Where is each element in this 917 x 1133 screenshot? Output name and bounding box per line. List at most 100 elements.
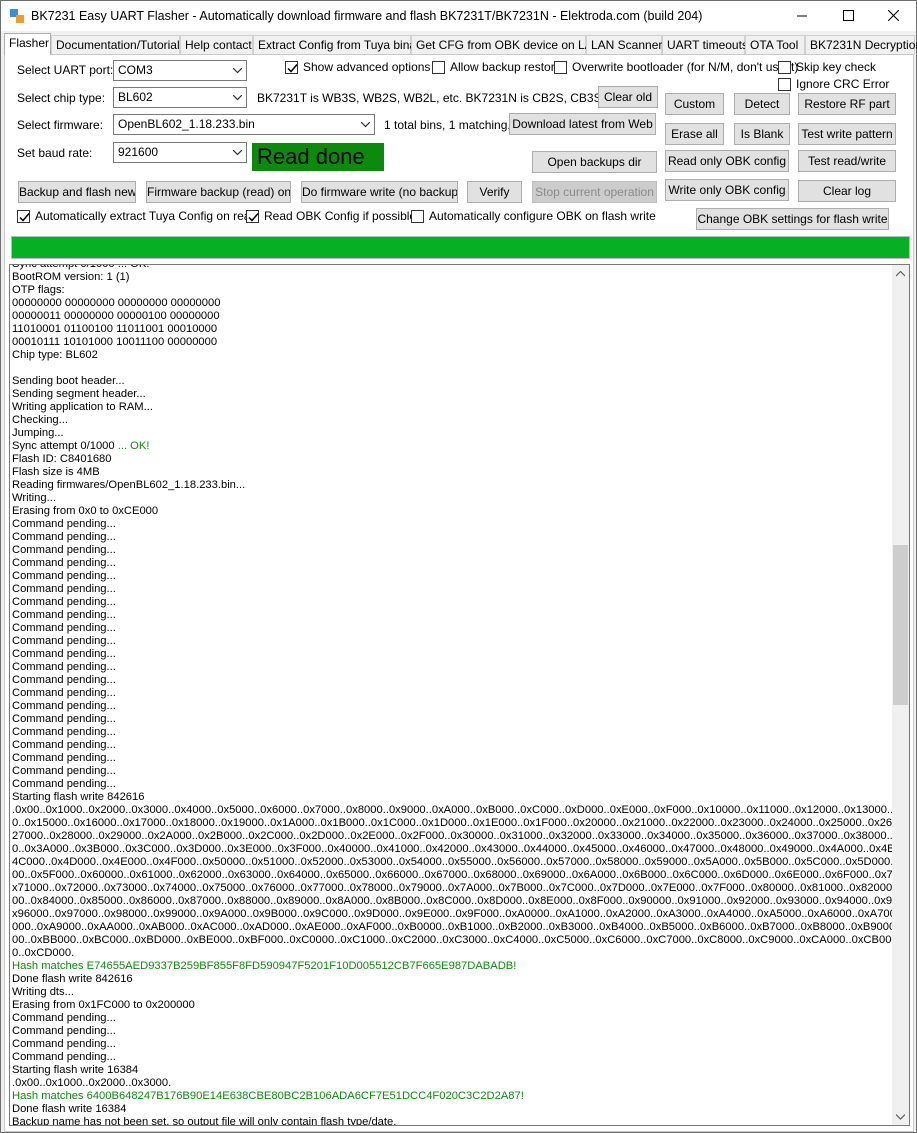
write-only-obk-button[interactable]: Write only OBK config xyxy=(665,179,789,201)
baud-rate-select[interactable]: 921600 xyxy=(113,142,247,163)
restore-rf-button[interactable]: Restore RF part xyxy=(798,93,896,115)
change-obk-settings-button[interactable]: Change OBK settings for flash write xyxy=(696,208,889,230)
log-line: Backup name has not been set, so output … xyxy=(12,1116,892,1126)
clear-log-button[interactable]: Clear log xyxy=(798,180,896,202)
tab-bk7231n-decryption[interactable]: BK7231N Decryption xyxy=(805,35,917,55)
log-line-text: Command pending... xyxy=(12,765,116,777)
firmware-select[interactable]: OpenBL602_1.18.233.bin xyxy=(113,114,375,135)
overwrite-bootloader-label: Overwrite bootloader (for N/M, don't use… xyxy=(572,60,799,74)
clear-old-button[interactable]: Clear old xyxy=(598,86,658,108)
chevron-down-icon xyxy=(229,88,246,107)
log-line-text: x71000..0x72000..0x73000..0x74000..0x750… xyxy=(12,882,892,894)
log-line: Hash matches 6400B648247B176B90E14E638CB… xyxy=(12,1090,892,1103)
log-line: Command pending... xyxy=(12,635,892,648)
firmware-info-text: 1 total bins, 1 matching. xyxy=(384,118,511,132)
verify-button[interactable]: Verify xyxy=(467,181,522,203)
test-write-pattern-button[interactable]: Test write pattern xyxy=(798,123,896,145)
log-line: Command pending... xyxy=(12,622,892,635)
log-line-text: Command pending... xyxy=(12,674,116,686)
title-bar: BK7231 Easy UART Flasher - Automatically… xyxy=(1,1,916,31)
close-button[interactable] xyxy=(870,1,916,31)
firmware-value: OpenBL602_1.18.233.bin xyxy=(118,117,255,131)
backup-and-flash-button[interactable]: Backup and flash new xyxy=(18,181,136,203)
log-line: Sending boot header... xyxy=(12,375,892,388)
minimize-button[interactable] xyxy=(779,1,825,31)
log-line: Command pending... xyxy=(12,687,892,700)
log-line: Command pending... xyxy=(12,700,892,713)
log-line-text: Command pending... xyxy=(12,1012,116,1024)
maximize-button[interactable] xyxy=(825,1,871,31)
open-backups-button[interactable]: Open backups dir xyxy=(532,151,657,173)
log-line: Command pending... xyxy=(12,544,892,557)
tab-get-cfg-obk[interactable]: Get CFG from OBK device on LAN xyxy=(411,35,601,55)
log-line-text: 11010001 01100100 11011001 00010000 xyxy=(12,323,218,335)
firmware-label: Select firmware: xyxy=(17,118,104,132)
chevron-down-icon xyxy=(229,61,246,80)
log-line-text: Erasing from 0x1FC000 to 0x200000 xyxy=(12,999,195,1011)
log-line: Command pending... xyxy=(12,570,892,583)
firmware-backup-button[interactable]: Firmware backup (read) only xyxy=(146,181,291,203)
log-line-text: Erasing from 0x0 to 0xCE000 xyxy=(12,505,159,517)
log-line-text: 00000000 00000000 00000000 00000000 xyxy=(12,297,221,309)
log-line: 0..0x3A000..0x3B000..0x3C000..0x3D000..0… xyxy=(12,843,892,856)
log-line-text: Command pending... xyxy=(12,518,116,530)
scroll-up-arrow-icon[interactable] xyxy=(892,265,909,282)
tab-flasher[interactable]: Flasher xyxy=(4,33,51,55)
chip-info-text: BK7231T is WB3S, WB2S, WB2L, etc. BK7231… xyxy=(257,91,625,105)
log-line: Command pending... xyxy=(12,778,892,791)
chip-type-select[interactable]: BL602 xyxy=(113,87,247,108)
log-line-text: Sending segment header... xyxy=(12,388,146,400)
log-line-text: 0..0x15000..0x16000..0x17000..0x18000..0… xyxy=(12,817,892,829)
log-scrollbar[interactable] xyxy=(892,265,909,1125)
log-line-text: 00..0xBB000..0xBC000..0xBD000..0xBE000..… xyxy=(12,934,892,946)
log-line-text: .0x00..0x1000..0x2000..0x3000..0x4000..0… xyxy=(12,804,892,816)
firmware-write-button[interactable]: Do firmware write (no backup!) xyxy=(301,181,458,203)
test-read-write-button[interactable]: Test read/write xyxy=(798,150,896,172)
log-line-text: Chip type: BL602 xyxy=(12,349,98,361)
erase-all-button[interactable]: Erase all xyxy=(665,123,724,145)
log-line-text: Command pending... xyxy=(12,609,116,621)
log-line-text: Command pending... xyxy=(12,557,116,569)
log-line-text: Writing dts... xyxy=(12,986,74,998)
download-latest-button[interactable]: Download latest from Web xyxy=(509,113,656,135)
scroll-down-arrow-icon[interactable] xyxy=(892,1108,909,1125)
log-line: Command pending... xyxy=(12,1051,892,1064)
uart-port-value: COM3 xyxy=(118,63,153,77)
custom-button[interactable]: Custom xyxy=(665,93,724,115)
log-line-text: Starting flash write 16384 xyxy=(12,1064,139,1076)
tab-uart-timeouts[interactable]: UART timeouts xyxy=(662,35,748,55)
log-line: Done flash write 842616 xyxy=(12,973,892,986)
tab-extract-config[interactable]: Extract Config from Tuya binary xyxy=(253,35,426,55)
log-textbox[interactable]: Sync attempt 0/1000 ... OK! BootROM versi… xyxy=(9,264,910,1126)
checkbox-box xyxy=(285,61,298,74)
tab-lan-scanner[interactable]: LAN Scanner xyxy=(586,35,662,55)
log-line-text: Flash ID: C8401680 xyxy=(12,453,112,465)
uart-port-select[interactable]: COM3 xyxy=(113,60,247,81)
log-line-text: 00010111 10101000 10011100 00000000 xyxy=(12,336,218,348)
is-blank-button[interactable]: Is Blank xyxy=(734,123,790,145)
log-line-text: Backup name has not been set, so output … xyxy=(12,1116,397,1126)
log-line: 0..0x15000..0x16000..0x17000..0x18000..0… xyxy=(12,817,892,830)
checkbox-box xyxy=(432,61,445,74)
read-only-obk-button[interactable]: Read only OBK config xyxy=(665,150,789,172)
log-line: Flash size is 4MB xyxy=(12,466,892,479)
tab-help-contact[interactable]: Help contact xyxy=(180,35,253,55)
scroll-thumb[interactable] xyxy=(893,545,908,705)
log-line-text: Command pending... xyxy=(12,531,116,543)
log-line-text: Command pending... xyxy=(12,739,116,751)
log-line: Hash matches E74655AED9337B259BF855F8FD5… xyxy=(12,960,892,973)
log-line: Command pending... xyxy=(12,1025,892,1038)
checkbox-box xyxy=(246,210,259,223)
tab-documentation[interactable]: Documentation/Tutorials xyxy=(51,35,186,55)
stop-operation-button[interactable]: Stop current operation xyxy=(532,181,657,203)
log-line: Starting flash write 842616 xyxy=(12,791,892,804)
log-line-text: Command pending... xyxy=(12,700,116,712)
detect-button[interactable]: Detect xyxy=(734,93,790,115)
log-line: 00..0xBB000..0xBC000..0xBD000..0xBE000..… xyxy=(12,934,892,947)
log-line: Writing... xyxy=(12,492,892,505)
log-line: 000..0xA9000..0xAA000..0xAB000..0xAC000.… xyxy=(12,921,892,934)
checkmark-icon xyxy=(287,64,298,73)
tab-ota-tool[interactable]: OTA Tool xyxy=(745,35,805,55)
log-line: Sending segment header... xyxy=(12,388,892,401)
log-line: Writing dts... xyxy=(12,986,892,999)
